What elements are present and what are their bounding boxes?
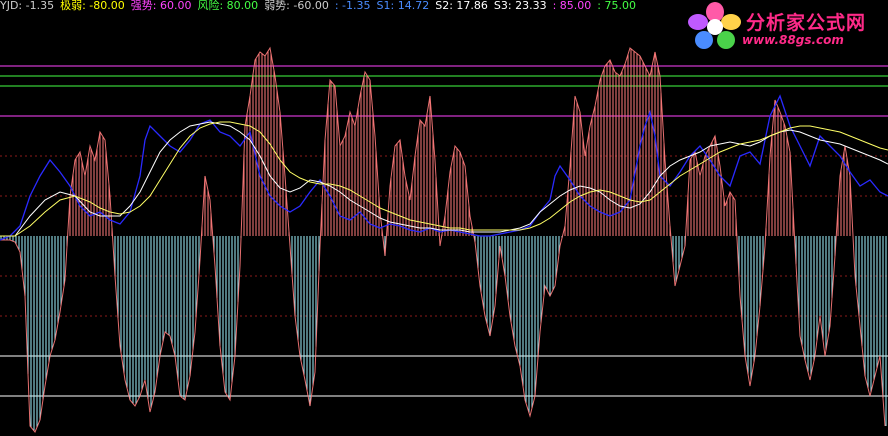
logo-title: 分析家公式网 [746,12,867,34]
header-ruoshi: 弱势: -60.00 [264,0,329,12]
site-logo: 分析家公式网 www.88gs.com [686,0,888,54]
header-s3: S3: 23.33 [493,0,547,12]
line-s3 [0,121,888,237]
header-s2: S2: 17.86 [435,0,488,12]
line-s1 [0,94,888,241]
line-s2 [0,121,888,237]
oscillator-chart [0,46,888,433]
header-v1: : -1.35 [334,0,371,12]
header-fengxian: 风险: 80.00 [197,0,259,12]
logo-url: www.88gs.com [742,33,844,47]
indicator-header: YJD: -1.35 极弱: -80.00 强势: 60.00 风险: 80.00 弱势… [0,0,642,14]
signal-lines [0,94,888,241]
header-s1: S1: 14.72 [376,0,430,12]
yjd-histogram [0,46,887,433]
header-v75: : 75.00 [597,0,636,12]
header-jiruo: 极弱: -80.00 [60,0,125,12]
flower-logo-icon [688,2,741,49]
header-qiangshi: 强势: 60.00 [130,0,192,12]
header-v85: : 85.00 [552,0,592,12]
header-yjd: YJD: -1.35 [0,0,55,12]
